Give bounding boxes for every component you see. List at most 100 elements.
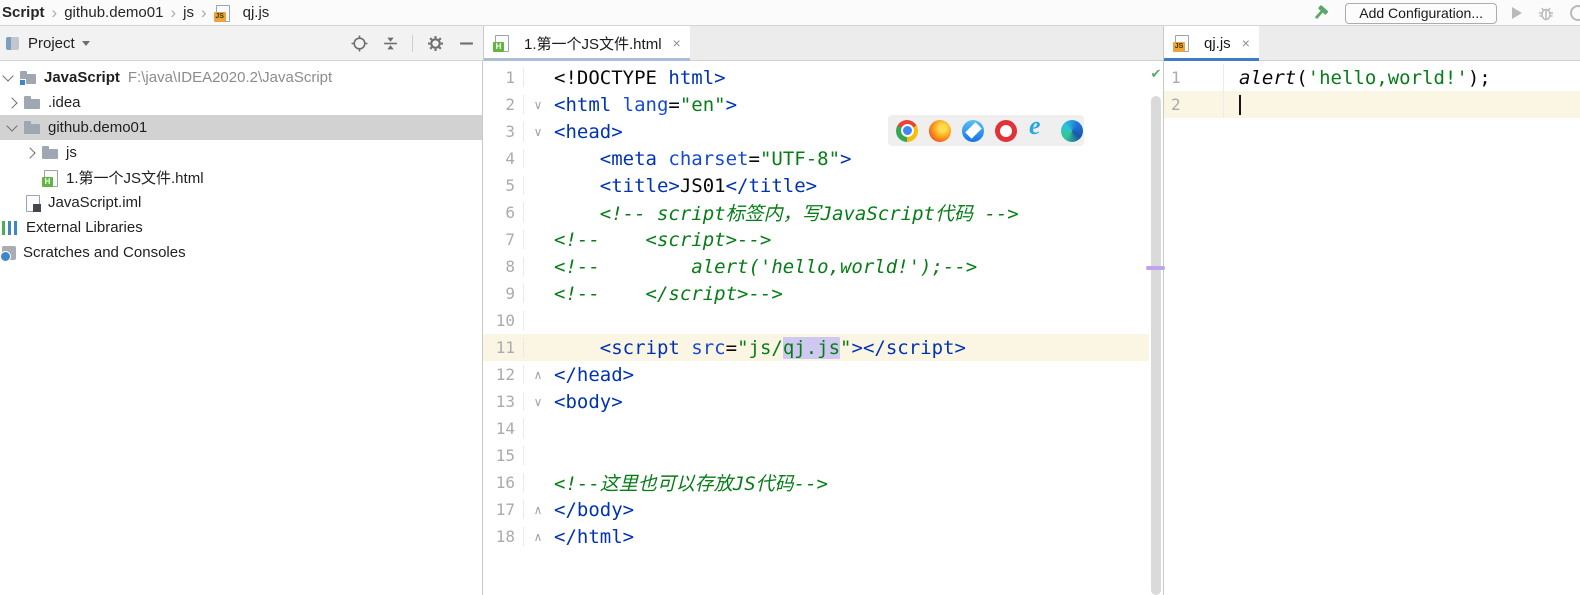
chrome-browser-icon[interactable] — [896, 120, 918, 142]
fold-up-icon[interactable]: ∧ — [524, 530, 552, 544]
hide-panel-icon[interactable] — [457, 34, 475, 52]
code-token — [554, 203, 600, 225]
coverage-icon[interactable] — [1570, 5, 1580, 21]
editor-left[interactable]: 1<!DOCTYPE html>2∨<html lang="en">3∨<hea… — [483, 61, 1163, 595]
code-token: alert — [1239, 67, 1296, 89]
tree-item-javascript-root[interactable]: JavaScriptF:\java\IDEA2020.2\JavaScript — [0, 65, 482, 90]
code-text[interactable]: <!-- script标签内，写JavaScript代码 --> — [552, 199, 1019, 226]
code-token: </script> — [863, 337, 966, 359]
tree-item-html-file[interactable]: 1.第一个JS文件.html — [0, 165, 482, 190]
fold-down-icon[interactable]: ∨ — [524, 125, 552, 139]
chevron-right-icon[interactable] — [6, 97, 17, 108]
code-token: qj.js — [783, 337, 840, 359]
code-text[interactable]: <title>JS01</title> — [552, 175, 817, 197]
code-text[interactable]: <!DOCTYPE html> — [552, 67, 726, 89]
code-text[interactable]: <!-- <script>--> — [552, 229, 771, 251]
code-text[interactable]: </body> — [552, 499, 634, 521]
inspection-ok-check-icon[interactable] — [1149, 67, 1163, 82]
tab-html-file[interactable]: 1.第一个JS文件.html — [484, 26, 690, 60]
code-text[interactable]: alert('hello,world!'); — [1224, 67, 1491, 89]
scrollbar-thumb[interactable] — [1151, 96, 1161, 595]
code-text[interactable]: <meta charset="UTF-8"> — [552, 148, 851, 170]
code-token: = — [668, 94, 679, 116]
add-configuration-button[interactable]: Add Configuration... — [1345, 3, 1497, 24]
code-token: > — [726, 94, 737, 116]
fold-up-icon[interactable]: ∧ — [524, 368, 552, 382]
code-text[interactable]: </head> — [552, 364, 634, 386]
code-token: > — [840, 148, 851, 170]
collapse-all-icon[interactable] — [381, 34, 399, 52]
code-token: <!DOCTYPE — [554, 67, 668, 89]
tab-close-icon[interactable] — [1242, 35, 1250, 51]
code-text[interactable]: <body> — [552, 391, 623, 413]
code-text[interactable]: <script src="js/qj.js"></script> — [552, 337, 966, 359]
line-number: 7 — [483, 230, 524, 249]
tree-item-scratches-and-consoles[interactable]: Scratches and Consoles — [0, 240, 482, 265]
iml-icon — [24, 195, 41, 211]
code-token: <html — [554, 94, 623, 116]
chevron-down-icon[interactable] — [82, 41, 90, 46]
scrollbar-change-marker — [1146, 266, 1165, 270]
tree-item-js-folder[interactable]: js — [0, 140, 482, 165]
code-token: <!-- </script>--> — [554, 283, 783, 305]
run-icon[interactable] — [1512, 7, 1522, 19]
opera-browser-icon[interactable] — [995, 120, 1017, 142]
code-token: </title> — [726, 175, 818, 197]
fold-gutter — [1190, 91, 1224, 118]
code-text[interactable]: <head> — [552, 121, 623, 143]
debug-bug-icon[interactable] — [1537, 4, 1555, 22]
settings-gear-icon[interactable] — [426, 34, 444, 52]
fold-down-icon[interactable]: ∨ — [524, 98, 552, 112]
code-text[interactable]: <!--这里也可以存放JS代码--> — [552, 469, 828, 496]
firefox-browser-icon[interactable] — [929, 120, 951, 142]
code-text[interactable]: <!-- alert('hello,world!');--> — [552, 256, 977, 278]
editor-line-left-11: 11 <script src="js/qj.js"></script> — [483, 334, 1149, 361]
code-token: " — [840, 337, 851, 359]
code-token: "js/ — [737, 337, 783, 359]
project-tree-panel[interactable]: JavaScriptF:\java\IDEA2020.2\JavaScript.… — [0, 61, 483, 595]
editor-line-right-1: 1alert('hello,world!'); — [1164, 64, 1580, 91]
tree-item-github-demo01-folder[interactable]: github.demo01 — [0, 115, 482, 140]
chevron-down-icon[interactable] — [6, 120, 17, 131]
breadcrumb-label: js — [183, 4, 194, 21]
build-hammer-icon[interactable] — [1312, 4, 1330, 22]
fold-up-icon[interactable]: ∧ — [524, 503, 552, 517]
folder-root-icon — [20, 70, 37, 86]
tree-item-idea-folder[interactable]: .idea — [0, 90, 482, 115]
folder-icon — [24, 120, 41, 136]
line-number: 6 — [483, 203, 524, 222]
line-number: 1 — [483, 68, 524, 87]
code-text[interactable] — [1224, 94, 1241, 116]
locate-file-icon[interactable] — [350, 34, 368, 52]
edge-browser-icon[interactable] — [1061, 120, 1083, 142]
breadcrumb-item-script[interactable]: Script — [2, 4, 45, 21]
chevron-right-icon[interactable] — [24, 147, 35, 158]
ie-browser-icon[interactable] — [1028, 120, 1050, 142]
safari-browser-icon[interactable] — [962, 120, 984, 142]
code-token: JS01 — [680, 175, 726, 197]
tab-qj-js[interactable]: qj.js — [1164, 26, 1259, 60]
code-token: <meta — [600, 148, 669, 170]
editor-line-left-2: 2∨<html lang="en"> — [483, 91, 1149, 118]
breadcrumb-item-qj-js[interactable]: qj.js — [214, 4, 270, 21]
breadcrumb-item-github-demo01[interactable]: github.demo01 — [64, 4, 163, 21]
tree-item-external-libraries[interactable]: External Libraries — [0, 215, 482, 240]
tree-item-javascript-iml[interactable]: JavaScript.iml — [0, 190, 482, 215]
code-text[interactable]: <!-- </script>--> — [552, 283, 783, 305]
code-text[interactable]: <html lang="en"> — [552, 94, 737, 116]
editor-scrollbar[interactable] — [1149, 61, 1163, 595]
code-token: 'hello,world!' — [1308, 67, 1468, 89]
line-number: 18 — [483, 527, 524, 546]
breadcrumb-separator-icon — [45, 3, 65, 23]
line-number: 13 — [483, 392, 524, 411]
breadcrumb-item-js[interactable]: js — [183, 4, 194, 21]
project-toolwindow-header[interactable]: Project — [0, 26, 483, 61]
fold-down-icon[interactable]: ∨ — [524, 395, 552, 409]
tab-close-icon[interactable] — [673, 35, 681, 51]
editor-right[interactable]: 1alert('hello,world!');2 — [1163, 61, 1580, 595]
code-text[interactable]: </html> — [552, 526, 634, 548]
code-token — [554, 337, 600, 359]
chevron-down-icon[interactable] — [2, 70, 13, 81]
folder-icon — [24, 95, 41, 111]
line-number: 15 — [483, 446, 524, 465]
